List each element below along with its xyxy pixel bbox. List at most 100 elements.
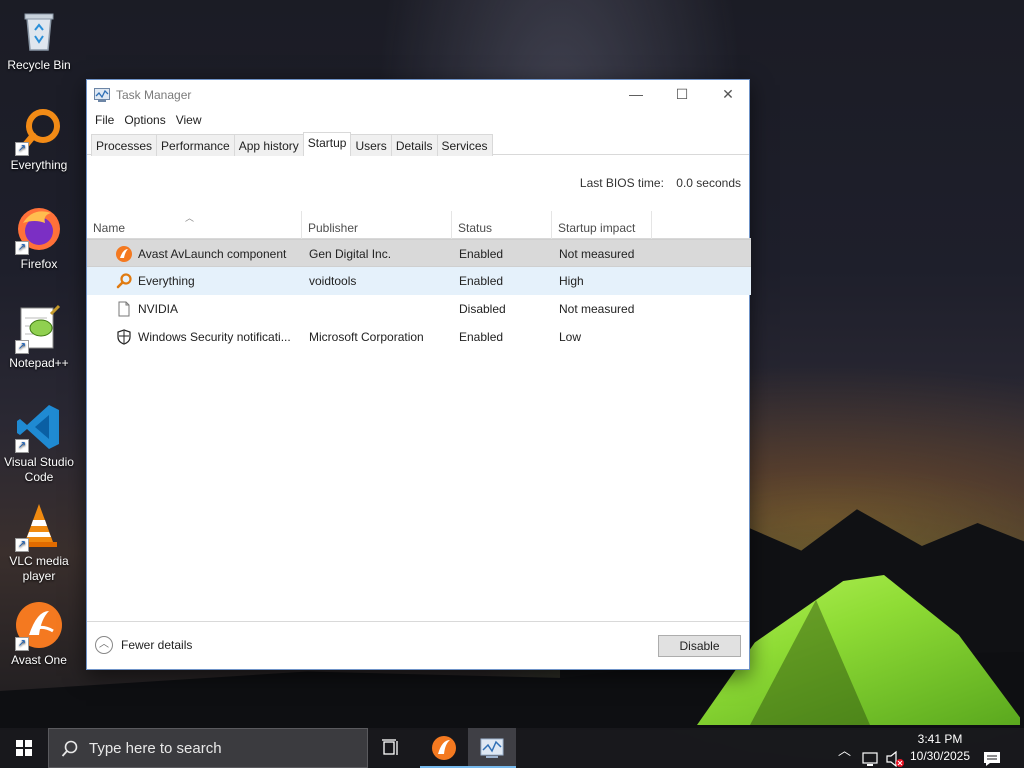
task-manager-icon bbox=[480, 738, 504, 758]
everything-icon: ↗ bbox=[15, 106, 63, 156]
tab-details[interactable]: Details bbox=[390, 134, 438, 156]
tab-startup[interactable]: Startup bbox=[302, 132, 352, 156]
everything-icon bbox=[116, 273, 132, 289]
row-status: Enabled bbox=[459, 330, 504, 344]
column-header-name[interactable]: Name bbox=[87, 211, 302, 239]
menu-view[interactable]: View bbox=[171, 110, 207, 132]
shortcut-arrow-icon: ↗ bbox=[15, 637, 29, 651]
search-icon bbox=[61, 740, 78, 757]
task-view-button[interactable] bbox=[368, 728, 416, 768]
close-button[interactable]: ✕ bbox=[705, 80, 751, 110]
desktop-icon-label: Recycle Bin bbox=[7, 58, 71, 72]
network-icon[interactable] bbox=[862, 740, 880, 768]
row-impact: Low bbox=[559, 330, 582, 344]
row-impact: High bbox=[559, 274, 584, 288]
column-header-row: Name Publisher Status Startup impact bbox=[87, 211, 751, 239]
avast-one-icon bbox=[432, 736, 456, 760]
shortcut-arrow-icon: ↗ bbox=[15, 439, 29, 453]
desktop-icon-notepad-plus-plus[interactable]: ↗ Notepad++ bbox=[2, 304, 76, 371]
tab-app-history[interactable]: App history bbox=[233, 134, 304, 156]
vlc-icon: ↗ bbox=[15, 502, 63, 552]
clock-time: 3:41 PM bbox=[917, 732, 963, 746]
tab-services[interactable]: Services bbox=[436, 134, 493, 156]
row-name: Windows Security notificati... bbox=[138, 330, 291, 344]
title-bar[interactable]: Task Manager — ☐ ✕ bbox=[87, 80, 749, 110]
desktop-icon-vscode[interactable]: ↗ Visual Studio Code bbox=[2, 403, 76, 485]
desktop-icon-label: Firefox bbox=[20, 257, 58, 271]
desktop-icon-recycle-bin[interactable]: Recycle Bin bbox=[2, 6, 76, 73]
fewer-details-label: Fewer details bbox=[121, 638, 193, 652]
column-header-publisher[interactable]: Publisher bbox=[302, 211, 452, 239]
avast-icon bbox=[116, 246, 132, 262]
desktop-icon-vlc[interactable]: ↗ VLC media player bbox=[2, 502, 76, 584]
bios-value: 0.0 seconds bbox=[676, 176, 741, 190]
tab-users[interactable]: Users bbox=[350, 134, 392, 156]
desktop-icon-avast-one[interactable]: ↗ Avast One bbox=[2, 601, 76, 668]
task-manager-window: Task Manager — ☐ ✕ File Options View Pro… bbox=[86, 79, 751, 670]
volume-muted-icon[interactable] bbox=[885, 739, 905, 768]
last-bios-time: Last BIOS time: 0.0 seconds bbox=[580, 176, 741, 190]
clock-date: 10/30/2025 bbox=[909, 749, 971, 763]
shortcut-arrow-icon: ↗ bbox=[15, 538, 29, 552]
footer-bar: ︿ Fewer details Disable bbox=[87, 621, 749, 669]
row-impact: Not measured bbox=[559, 247, 635, 261]
start-button[interactable] bbox=[0, 728, 48, 768]
show-hidden-icons-icon[interactable]: ︿ bbox=[838, 740, 851, 768]
chevron-up-icon: ︿ bbox=[95, 636, 113, 654]
notepad-plus-plus-icon: ↗ bbox=[15, 304, 63, 354]
row-name: Everything bbox=[138, 274, 195, 288]
windows-logo-icon bbox=[16, 740, 32, 756]
taskbar-task-manager-button[interactable] bbox=[468, 728, 516, 768]
row-name: NVIDIA bbox=[138, 302, 179, 316]
vscode-icon: ↗ bbox=[15, 403, 63, 453]
shortcut-arrow-icon: ↗ bbox=[15, 340, 29, 354]
desktop-icon-label: VLC media player bbox=[9, 554, 69, 583]
system-clock[interactable]: 3:41 PM 10/30/2025 bbox=[905, 731, 975, 765]
row-status: Enabled bbox=[459, 274, 504, 288]
table-row[interactable]: Everything voidtools Enabled High bbox=[87, 267, 751, 295]
fewer-details-link[interactable]: ︿ Fewer details bbox=[95, 636, 192, 654]
row-name: Avast AvLaunch component bbox=[138, 247, 287, 261]
menu-bar: File Options View bbox=[87, 110, 749, 132]
row-publisher: Microsoft Corporation bbox=[309, 330, 424, 344]
tab-strip: Processes Performance App history Startu… bbox=[87, 132, 749, 156]
search-placeholder: Type here to search bbox=[89, 740, 222, 757]
window-title: Task Manager bbox=[116, 88, 192, 102]
menu-file[interactable]: File bbox=[90, 110, 119, 132]
table-row[interactable]: Windows Security notificati... Microsoft… bbox=[87, 323, 751, 351]
shield-icon bbox=[116, 329, 132, 345]
avast-one-icon: ↗ bbox=[15, 601, 63, 651]
recycle-bin-icon bbox=[15, 6, 63, 54]
tab-processes[interactable]: Processes bbox=[91, 134, 158, 156]
taskbar-avast-button[interactable] bbox=[420, 728, 468, 768]
bios-label: Last BIOS time: bbox=[579, 176, 664, 190]
desktop-icon-label: Notepad++ bbox=[9, 356, 69, 370]
row-status: Enabled bbox=[459, 247, 504, 261]
firefox-icon: ↗ bbox=[15, 205, 63, 255]
shortcut-arrow-icon: ↗ bbox=[15, 241, 29, 255]
column-header-startup-impact[interactable]: Startup impact bbox=[552, 211, 652, 239]
table-row[interactable]: Avast AvLaunch component Gen Digital Inc… bbox=[87, 239, 751, 267]
desktop-icon-everything[interactable]: ↗ Everything bbox=[2, 106, 76, 173]
row-publisher: Gen Digital Inc. bbox=[309, 247, 392, 261]
minimize-button[interactable]: — bbox=[613, 80, 659, 110]
maximize-button[interactable]: ☐ bbox=[659, 80, 705, 110]
disable-button[interactable]: Disable bbox=[658, 635, 741, 657]
taskbar-search-box[interactable]: Type here to search bbox=[48, 728, 368, 768]
desktop-icon-label: Visual Studio Code bbox=[4, 455, 74, 484]
desktop-icon-label: Avast One bbox=[11, 653, 67, 667]
task-manager-icon bbox=[94, 88, 110, 102]
notification-center-icon[interactable] bbox=[982, 739, 1002, 768]
column-header-status[interactable]: Status bbox=[452, 211, 552, 239]
file-icon bbox=[116, 301, 132, 317]
desktop-icon-label: Everything bbox=[10, 158, 68, 172]
task-view-icon bbox=[382, 739, 398, 755]
row-publisher: voidtools bbox=[309, 274, 357, 288]
tab-performance[interactable]: Performance bbox=[156, 134, 235, 156]
startup-list: Avast AvLaunch component Gen Digital Inc… bbox=[87, 239, 751, 351]
menu-options[interactable]: Options bbox=[119, 110, 170, 132]
table-row[interactable]: NVIDIA Disabled Not measured bbox=[87, 295, 751, 323]
desktop-icon-firefox[interactable]: ↗ Firefox bbox=[2, 205, 76, 272]
shortcut-arrow-icon: ↗ bbox=[15, 142, 29, 156]
taskbar: Type here to search ︿ 3:41 PM 10/30/2025 bbox=[0, 728, 1024, 768]
